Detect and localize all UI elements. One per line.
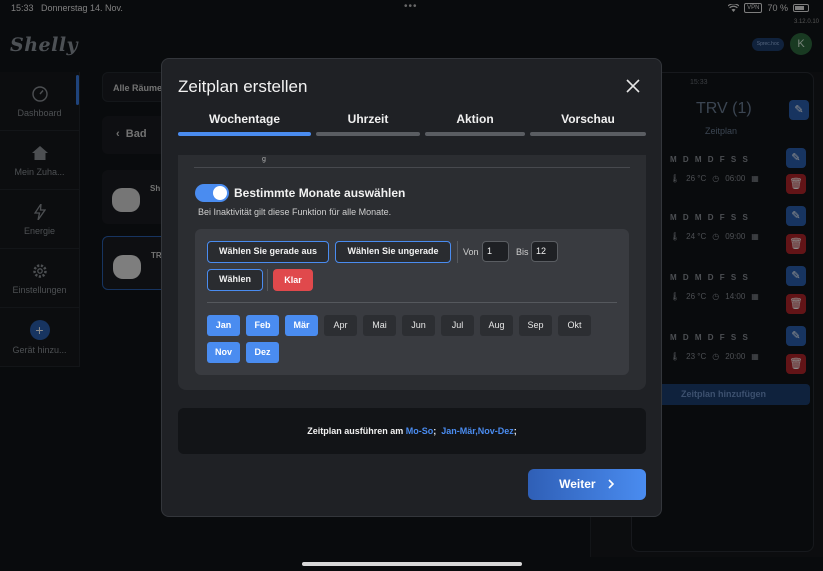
modal-title: Zeitplan erstellen bbox=[178, 77, 308, 96]
month-jan[interactable]: Jan bbox=[207, 315, 240, 336]
month-sep[interactable]: Sep bbox=[519, 315, 552, 336]
tab-label: Aktion bbox=[456, 112, 494, 126]
toggle-knob bbox=[213, 186, 227, 200]
step-tabs: Wochentage Uhrzeit Aktion Vorschau bbox=[178, 112, 646, 138]
select-button[interactable]: Wählen bbox=[207, 269, 263, 291]
next-button[interactable]: Weiter bbox=[528, 469, 646, 500]
summary-days: Mo-So bbox=[405, 426, 434, 436]
divider bbox=[194, 167, 630, 168]
clear-button[interactable]: Klar bbox=[273, 269, 313, 291]
range-from-label: Von bbox=[463, 247, 479, 257]
tab-label: Vorschau bbox=[561, 112, 615, 126]
clipped-text: g bbox=[262, 156, 266, 163]
month-jul[interactable]: Jul bbox=[441, 315, 474, 336]
months-toggle-hint: Bei Inaktivität gilt diese Funktion für … bbox=[198, 207, 392, 217]
months-toggle-label: Bestimmte Monate auswählen bbox=[234, 186, 406, 200]
tab-aktion[interactable]: Aktion bbox=[425, 112, 525, 138]
schedule-summary: Zeitplan ausführen am Mo-So; Jan-Mär,Nov… bbox=[178, 408, 646, 454]
tab-uhrzeit[interactable]: Uhrzeit bbox=[316, 112, 420, 138]
month-jun[interactable]: Jun bbox=[402, 315, 435, 336]
divider bbox=[207, 302, 617, 303]
month-aug[interactable]: Aug bbox=[480, 315, 513, 336]
divider bbox=[457, 241, 458, 263]
month-apr[interactable]: Apr bbox=[324, 315, 357, 336]
month-mai[interactable]: Mai bbox=[363, 315, 396, 336]
tab-progress-bar bbox=[316, 132, 420, 136]
tab-progress-bar bbox=[425, 132, 525, 136]
month-feb[interactable]: Feb bbox=[246, 315, 279, 336]
select-odd-button[interactable]: Wählen Sie ungerade bbox=[335, 241, 451, 263]
summary-end: ; bbox=[513, 426, 517, 436]
close-icon[interactable] bbox=[623, 76, 643, 96]
range-to-input[interactable]: 12 bbox=[531, 241, 558, 262]
create-schedule-modal: Zeitplan erstellen Wochentage Uhrzeit Ak… bbox=[161, 58, 662, 517]
divider bbox=[267, 269, 268, 291]
summary-prefix: Zeitplan ausführen am bbox=[307, 426, 404, 436]
month-dez[interactable]: Dez bbox=[246, 342, 279, 363]
tab-progress-bar bbox=[178, 132, 311, 136]
month-selection-panel: Wählen Sie gerade aus Wählen Sie ungerad… bbox=[195, 229, 629, 375]
month-mar[interactable]: Mär bbox=[285, 315, 318, 336]
month-nov[interactable]: Nov bbox=[207, 342, 240, 363]
screen: 15:33 Donnerstag 14. Nov. ••• VPN 70 % 3… bbox=[0, 0, 823, 571]
tab-progress-bar bbox=[530, 132, 646, 136]
range-to-label: Bis bbox=[516, 247, 529, 257]
home-indicator[interactable] bbox=[302, 562, 522, 566]
tab-label: Wochentage bbox=[208, 112, 281, 126]
next-button-label: Weiter bbox=[559, 477, 596, 491]
months-toggle[interactable] bbox=[195, 184, 229, 202]
range-from-input[interactable]: 1 bbox=[482, 241, 509, 262]
tab-label: Uhrzeit bbox=[347, 112, 389, 126]
summary-separator: ; bbox=[433, 426, 437, 436]
weekday-step-content: g Bestimmte Monate auswählen Bei Inaktiv… bbox=[178, 155, 646, 390]
tab-wochentage[interactable]: Wochentage bbox=[178, 112, 311, 138]
select-even-button[interactable]: Wählen Sie gerade aus bbox=[207, 241, 329, 263]
chevron-right-icon bbox=[608, 479, 615, 489]
tab-vorschau[interactable]: Vorschau bbox=[530, 112, 646, 138]
month-okt[interactable]: Okt bbox=[558, 315, 591, 336]
summary-months: Jan-Mär,Nov-Dez bbox=[441, 426, 514, 436]
